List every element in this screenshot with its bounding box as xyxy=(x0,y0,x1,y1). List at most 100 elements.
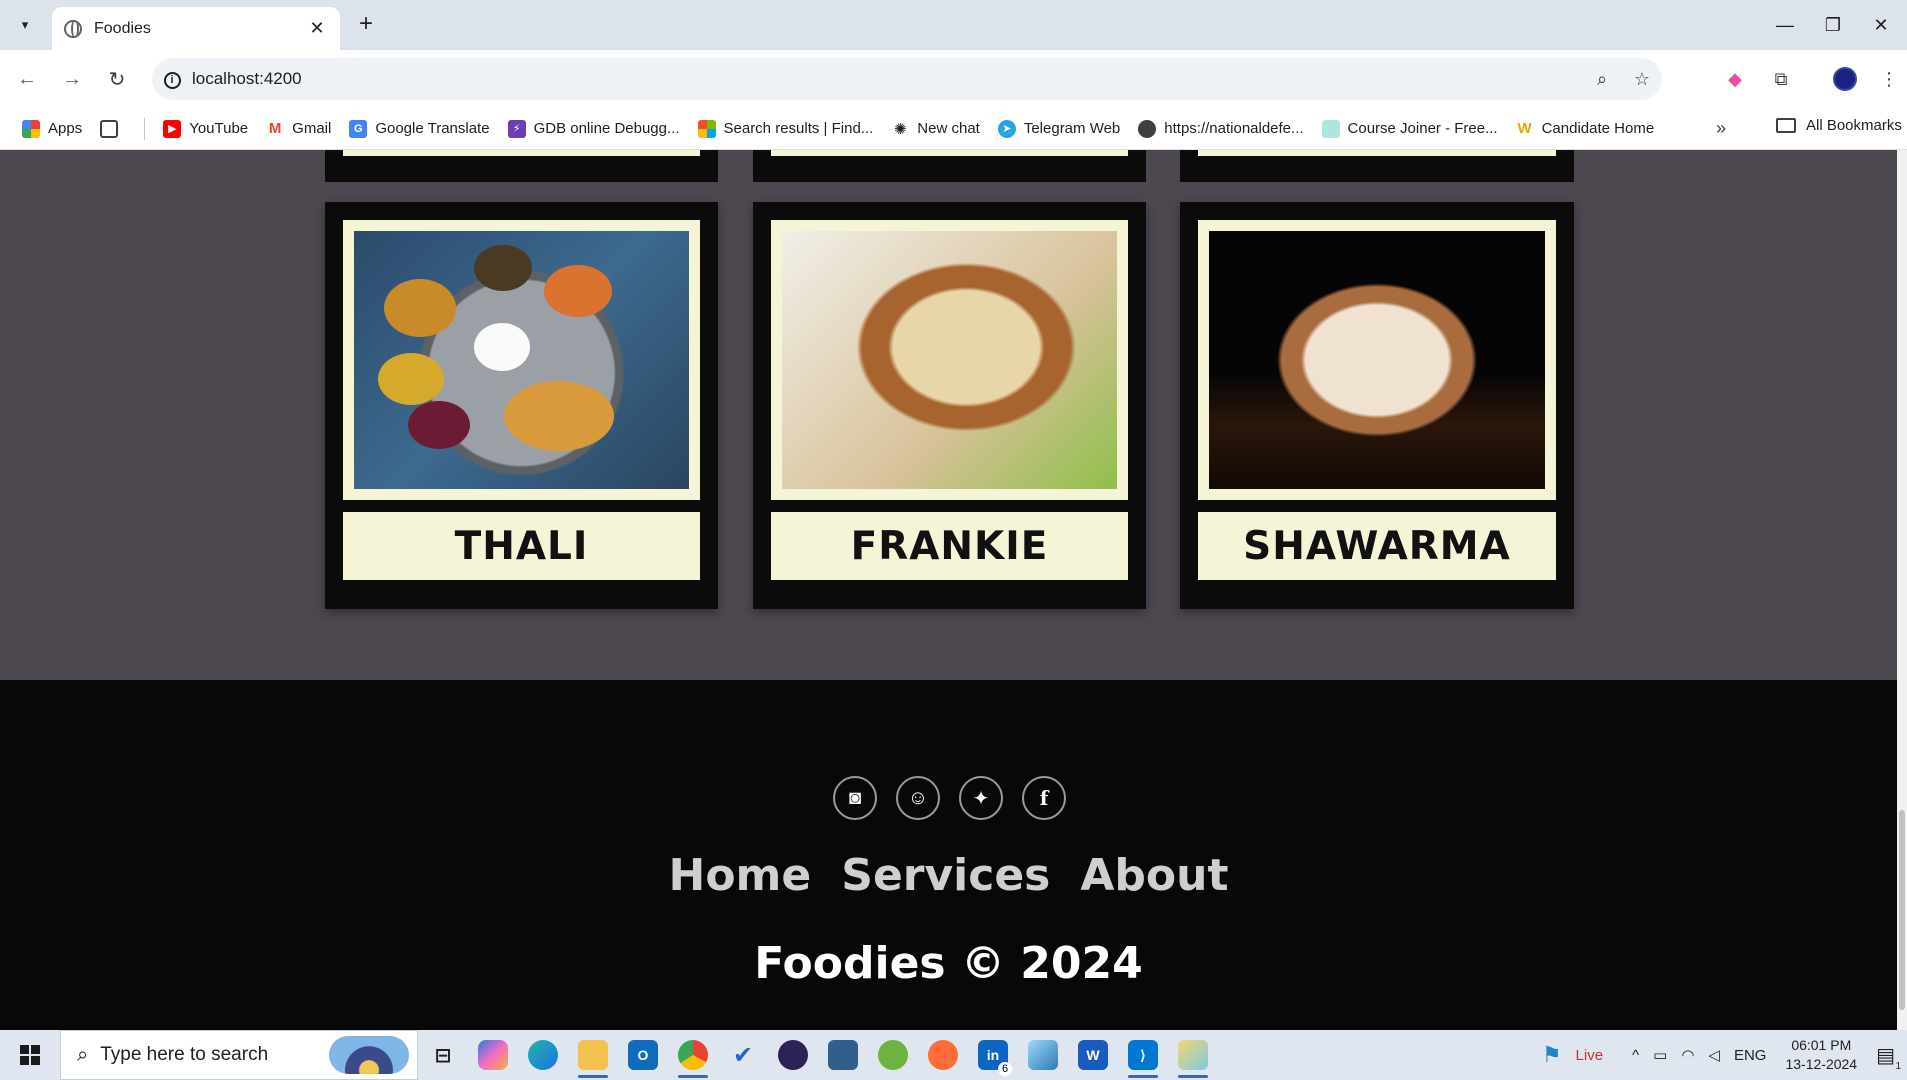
tray-chevron-up-icon[interactable]: ^ xyxy=(1632,1047,1639,1064)
copyright-text: Foodies © 2024 xyxy=(754,938,1143,989)
facebook-icon[interactable]: f xyxy=(1022,776,1066,820)
linkedin-badge: 6 xyxy=(998,1062,1012,1076)
clock-date: 13-12-2024 xyxy=(1785,1056,1858,1072)
weather-label[interactable]: Live xyxy=(1576,1047,1604,1064)
microsoft-icon xyxy=(697,119,716,138)
eclipse-app[interactable] xyxy=(768,1030,818,1080)
bookmark-nationaldefence[interactable]: https://nationaldefe... xyxy=(1138,119,1304,138)
linkedin-app[interactable]: in 6 xyxy=(968,1030,1018,1080)
tab-groups-icon xyxy=(100,119,119,138)
volume-icon[interactable]: ◁ xyxy=(1708,1046,1720,1064)
mysql-workbench-app[interactable] xyxy=(818,1030,868,1080)
reload-button[interactable]: ↻ xyxy=(100,62,134,96)
all-bookmarks-button[interactable]: All Bookmarks xyxy=(1776,117,1902,134)
site-info-icon[interactable]: i xyxy=(152,70,192,89)
telegram-icon: ➤ xyxy=(997,119,1016,138)
bookmark-gdb[interactable]: ⚡ GDB online Debugg... xyxy=(507,119,680,138)
bookmark-candidate-home[interactable]: W Candidate Home xyxy=(1515,119,1654,138)
word-app[interactable]: W xyxy=(1068,1030,1118,1080)
battery-icon[interactable]: ▭ xyxy=(1653,1046,1667,1064)
chrome-app[interactable] xyxy=(668,1030,718,1080)
windows-logo-icon xyxy=(20,1045,40,1065)
edge-app[interactable] xyxy=(518,1030,568,1080)
bookmark-google-translate[interactable]: G Google Translate xyxy=(349,119,490,138)
more-bookmarks-chevron-icon[interactable]: » xyxy=(1716,118,1726,139)
bookmark-course-joiner[interactable]: Course Joiner - Free... xyxy=(1321,119,1498,138)
notification-count: 1 xyxy=(1895,1060,1901,1072)
copilot-app[interactable] xyxy=(468,1030,518,1080)
taskbar-search[interactable]: ⌕ Type here to search xyxy=(60,1030,418,1080)
minimize-button[interactable]: — xyxy=(1761,0,1809,50)
file-explorer-app[interactable] xyxy=(568,1030,618,1080)
task-view-button[interactable]: ⊟ xyxy=(418,1030,468,1080)
bookmark-gmail[interactable]: M Gmail xyxy=(266,119,331,138)
search-icon: ⌕ xyxy=(77,1043,89,1066)
paint-icon xyxy=(1178,1040,1208,1070)
food-card-shawarma[interactable]: SHAWARMA xyxy=(1180,202,1574,609)
page-scrollbar[interactable] xyxy=(1897,150,1907,1030)
arrow-right-icon: → xyxy=(62,67,82,90)
outlook-icon: O xyxy=(628,1040,658,1070)
browser-toolbar: ← → ↻ i localhost:4200 ⌕ ☆ ◆ ⧉ ⋮ xyxy=(0,50,1907,108)
tab-search-dropdown[interactable]: ▾ xyxy=(10,11,40,39)
forward-button[interactable]: → xyxy=(55,62,89,96)
cricket-widget-icon[interactable]: ⚑ xyxy=(1542,1042,1562,1068)
dish-bowl xyxy=(408,401,470,449)
vscode-icon: ⟩ xyxy=(1128,1040,1158,1070)
back-button[interactable]: ← xyxy=(10,62,44,96)
wifi-icon[interactable]: ◠ xyxy=(1681,1046,1694,1064)
reload-icon: ↻ xyxy=(108,68,126,91)
snapchat-icon[interactable]: ☺ xyxy=(896,776,940,820)
zoom-icon[interactable]: ⌕ xyxy=(1582,69,1622,90)
notification-center-icon[interactable]: ▤ 1 xyxy=(1876,1043,1901,1072)
bookmark-apps[interactable]: Apps xyxy=(22,119,82,138)
food-card-frankie[interactable]: FRANKIE xyxy=(753,202,1146,609)
postman-app[interactable] xyxy=(918,1030,968,1080)
bookmark-telegram[interactable]: ➤ Telegram Web xyxy=(997,119,1120,138)
vscode-app[interactable]: ⟩ xyxy=(1118,1030,1168,1080)
close-tab-icon[interactable]: ✕ xyxy=(306,18,328,39)
folder-icon xyxy=(1776,118,1796,133)
food-card-thali[interactable]: THALI xyxy=(325,202,718,609)
bookmark-new-chat[interactable]: ✺ New chat xyxy=(891,119,980,138)
new-tab-button[interactable]: + xyxy=(352,11,380,39)
azure-data-studio-app[interactable] xyxy=(1018,1030,1068,1080)
card-image-frame xyxy=(343,220,700,500)
url-text[interactable]: localhost:4200 xyxy=(192,69,1582,89)
browser-menu-icon[interactable]: ⋮ xyxy=(1872,62,1906,96)
profile-avatar-icon[interactable] xyxy=(1828,62,1862,96)
twitter-icon[interactable]: ✦ xyxy=(959,776,1003,820)
spring-tools-app[interactable] xyxy=(868,1030,918,1080)
card-partial xyxy=(1180,150,1574,182)
dish-bowl xyxy=(474,245,532,291)
browser-tab[interactable]: Foodies ✕ xyxy=(52,7,340,50)
outlook-app[interactable]: O xyxy=(618,1030,668,1080)
browser-title-bar: ▾ Foodies ✕ + — ❐ ✕ xyxy=(0,0,1907,50)
spring-icon xyxy=(878,1040,908,1070)
extension-pink-icon[interactable]: ◆ xyxy=(1718,62,1752,96)
bookmark-search-results[interactable]: Search results | Find... xyxy=(697,119,873,138)
footer-link-services[interactable]: Services xyxy=(841,850,1050,901)
paint-app[interactable] xyxy=(1168,1030,1218,1080)
scrollbar-thumb[interactable] xyxy=(1899,810,1905,1010)
footer-link-home[interactable]: Home xyxy=(669,850,812,901)
bookmark-star-icon[interactable]: ☆ xyxy=(1622,69,1662,90)
todo-app[interactable]: ✔ xyxy=(718,1030,768,1080)
language-indicator[interactable]: ENG xyxy=(1734,1047,1767,1064)
start-button[interactable] xyxy=(0,1030,60,1080)
globe-icon xyxy=(64,19,82,38)
close-window-button[interactable]: ✕ xyxy=(1857,0,1905,50)
clock-time: 06:01 PM xyxy=(1791,1037,1852,1053)
card-image-frame xyxy=(1198,220,1556,500)
bookmark-youtube[interactable]: ▶ YouTube xyxy=(163,119,248,138)
bookmark-tab-groups[interactable] xyxy=(100,119,126,138)
extensions-puzzle-icon[interactable]: ⧉ xyxy=(1764,62,1798,96)
checkmark-icon: ✔ xyxy=(732,1041,754,1069)
thali-photo xyxy=(354,231,689,489)
footer-link-about[interactable]: About xyxy=(1080,850,1228,901)
instagram-icon[interactable]: ◙ xyxy=(833,776,877,820)
restore-button[interactable]: ❐ xyxy=(1809,0,1857,50)
clock[interactable]: 06:01 PM 13-12-2024 xyxy=(1785,1036,1857,1074)
chevron-down-icon: ▾ xyxy=(21,17,29,32)
address-bar[interactable]: i localhost:4200 ⌕ ☆ xyxy=(152,58,1662,100)
